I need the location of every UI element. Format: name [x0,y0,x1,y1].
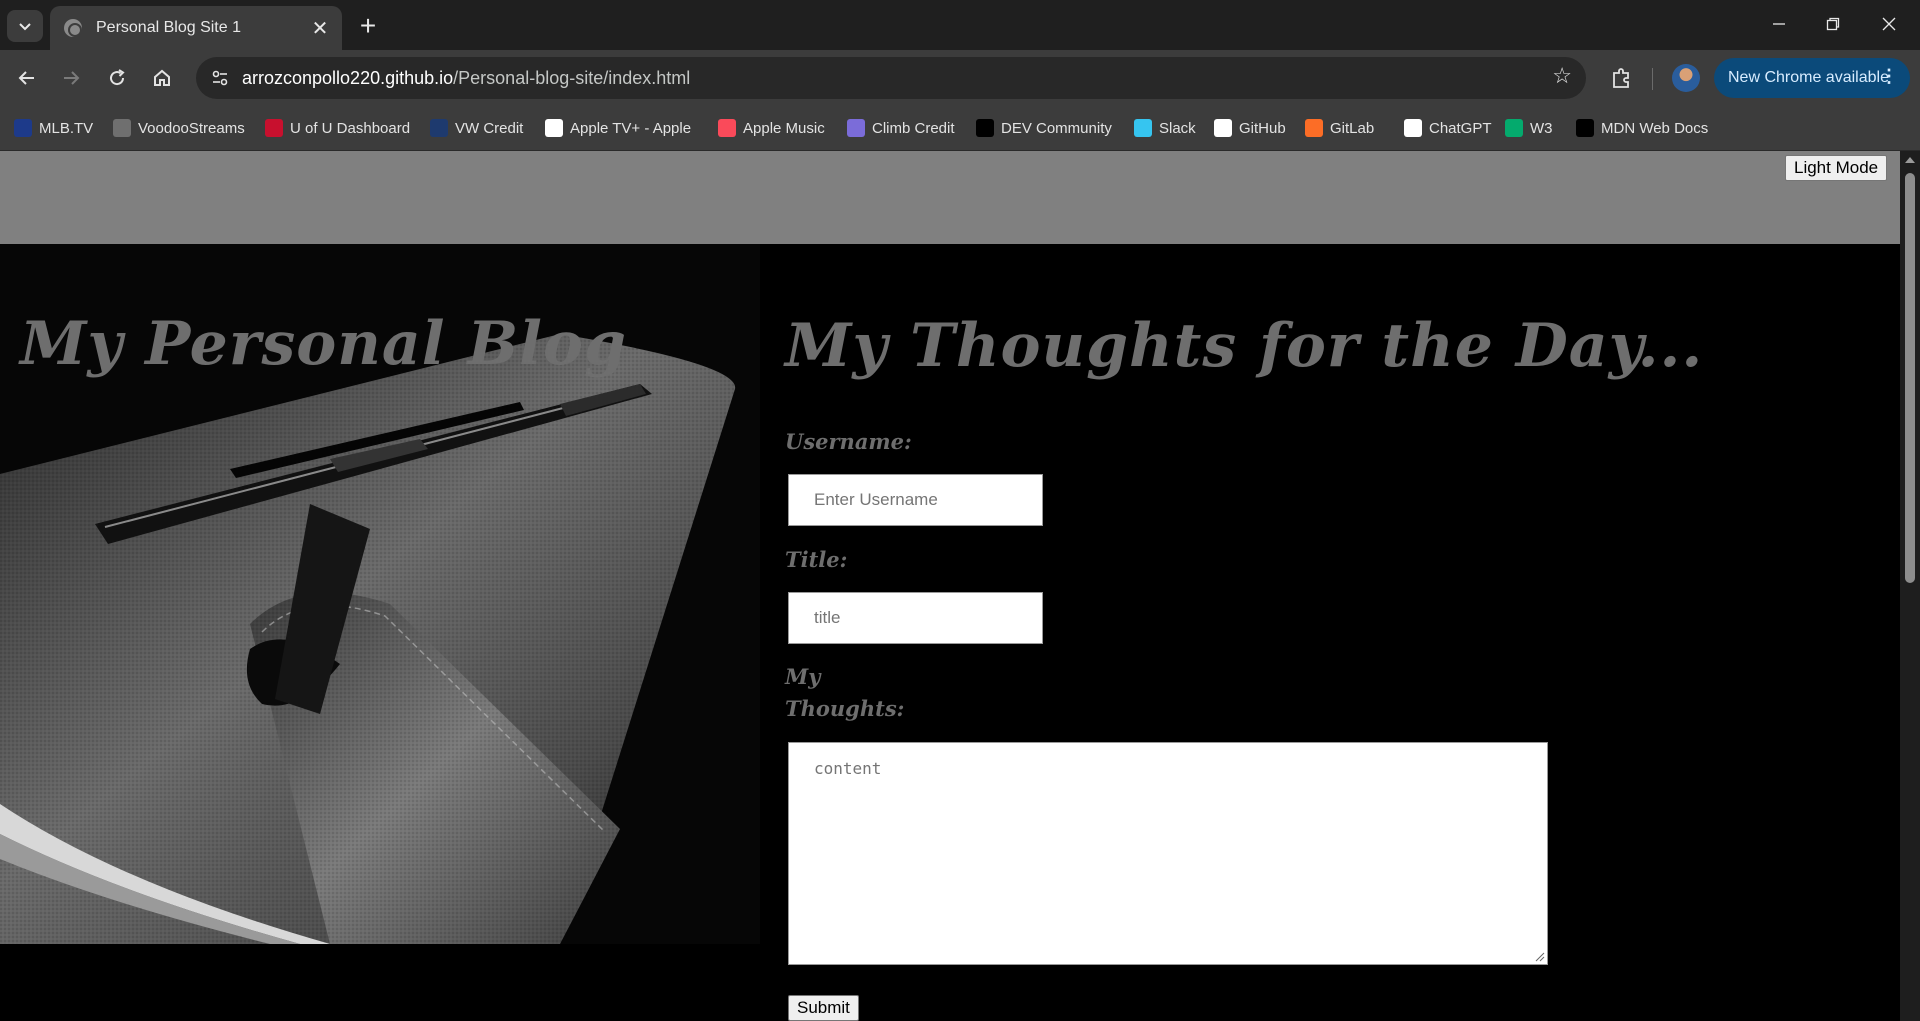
close-icon [1882,17,1896,31]
bookmark-climb-credit[interactable]: Climb Credit [847,117,955,139]
forward-button[interactable] [53,60,89,96]
close-tab-icon[interactable]: ✕ [310,16,330,41]
reload-icon [110,69,125,86]
new-tab-button[interactable]: + [352,10,384,42]
bookmark-label: GitLab [1330,119,1375,137]
bookmark-github[interactable]: GitHub [1214,117,1286,139]
bookmark-u-of-u-dashboard[interactable]: U of U Dashboard [265,117,410,139]
home-button[interactable] [144,60,180,96]
tab-strip: Personal Blog Site 1 ✕ + [0,0,1920,50]
light-mode-button[interactable]: Light Mode [1785,155,1888,181]
bookmark-apple-music[interactable]: Apple Music [718,117,825,139]
username-input[interactable]: Enter Username [788,474,1043,526]
bookmark-w3[interactable]: W3 [1505,117,1553,139]
apple-icon [545,119,563,137]
bookmark-dev-community[interactable]: DEV Community [976,117,1112,139]
bookmarks-bar: MLB.TV VoodooStreams U of U Dashboard VW Cr… [0,107,1920,151]
w3-icon [1505,119,1523,137]
active-tab[interactable]: Personal Blog Site 1 ✕ [50,6,342,50]
close-window-button[interactable] [1866,6,1912,42]
vw-icon [430,119,448,137]
content-textarea[interactable]: content [788,742,1548,965]
site-info-button[interactable] [202,60,238,96]
bookmark-voodoostreams[interactable]: VoodooStreams [113,117,245,139]
bookmark-mdn-web-docs[interactable]: MDN Web Docs [1576,117,1708,139]
url-host: arrozconpollo220.github.io [242,67,454,88]
kebab-menu-icon: ⋮ [1880,66,1898,86]
bookmark-star-icon[interactable]: ☆ [1552,63,1572,89]
bookmark-label: DEV Community [1001,119,1112,137]
puzzle-icon [1613,68,1629,88]
chrome-update-button[interactable]: New Chrome available ⋮ [1714,58,1910,98]
bookmark-label: Slack [1159,119,1196,137]
github-icon [1214,119,1232,137]
bookmark-label: Climb Credit [872,119,955,137]
blog-title: My Personal Blog [20,309,627,379]
submit-button[interactable]: Submit [788,995,859,1021]
page-scrollbar[interactable] [1900,151,1920,1021]
back-button[interactable] [9,60,45,96]
page-viewport: Light Mode My Personal Blog My Thoughts … [0,151,1900,1021]
thoughts-label-line-2: Thoughts: [785,696,905,721]
music-icon [718,119,736,137]
url-text[interactable]: arrozconpollo220.github.io/Personal-blog… [242,68,690,89]
forward-arrow-icon [64,71,80,85]
resize-handle-icon[interactable] [1535,952,1545,962]
scroll-up-arrow-icon[interactable] [1905,157,1915,163]
tab-title: Personal Blog Site 1 [96,19,241,36]
bookmark-gitlab[interactable]: GitLab [1305,117,1374,139]
extensions-button[interactable] [1604,60,1640,96]
bookmark-label: ChatGPT [1429,119,1492,137]
tab-search-button[interactable] [7,10,43,42]
chatgpt-icon [1404,119,1422,137]
minimize-button[interactable] [1756,6,1802,42]
bookmark-vw-credit[interactable]: VW Credit [430,117,523,139]
url-path: /Personal-blog-site/index.html [453,67,691,88]
page-header: Light Mode [0,151,1900,244]
thoughts-label-line-1: My [785,664,821,689]
update-label: New Chrome available [1728,69,1889,86]
browser-toolbar: arrozconpollo220.github.io/Personal-blog… [0,50,1920,107]
title-label: Title: [785,547,848,572]
form-title: My Thoughts for the Day... [785,311,1704,381]
restore-icon [1826,17,1840,31]
scroll-thumb[interactable] [1905,173,1915,583]
bookmark-label: MDN Web Docs [1601,119,1709,137]
globe-icon [64,19,82,37]
dev-icon [976,119,994,137]
slack-icon [1134,119,1152,137]
bookmark-label: Apple Music [743,119,825,137]
utah-icon [265,119,283,137]
chevron-down-icon [19,23,31,31]
title-input[interactable]: title [788,592,1043,644]
bookmark-label: U of U Dashboard [290,119,411,137]
bookmark-label: MLB.TV [39,119,94,137]
minimize-icon [1773,23,1785,25]
mdn-icon [1576,119,1594,137]
back-arrow-icon [18,71,34,85]
restore-button[interactable] [1810,6,1856,42]
bookmark-label: W3 [1530,119,1553,137]
toolbar-separator [1652,68,1653,90]
bookmark-mlb-tv[interactable]: MLB.TV [14,117,93,139]
bookmark-apple-tv-apple[interactable]: Apple TV+ - Apple [545,117,691,139]
username-label: Username: [785,429,912,454]
home-icon [154,69,170,86]
tune-icon [212,70,228,86]
content-placeholder: content [814,759,882,778]
mlb-icon [14,119,32,137]
globe-icon [113,119,131,137]
bookmark-chatgpt[interactable]: ChatGPT [1404,117,1492,139]
gitlab-icon [1305,119,1323,137]
bookmark-label: VoodooStreams [138,119,245,137]
bookmark-label: Apple TV+ - Apple [570,119,692,137]
address-bar[interactable]: arrozconpollo220.github.io/Personal-blog… [196,57,1586,99]
bookmark-slack[interactable]: Slack [1134,117,1196,139]
climb-icon [847,119,865,137]
reload-button[interactable] [99,60,135,96]
bookmark-label: VW Credit [455,119,524,137]
bookmark-label: GitHub [1239,119,1286,137]
profile-avatar[interactable] [1672,64,1700,92]
